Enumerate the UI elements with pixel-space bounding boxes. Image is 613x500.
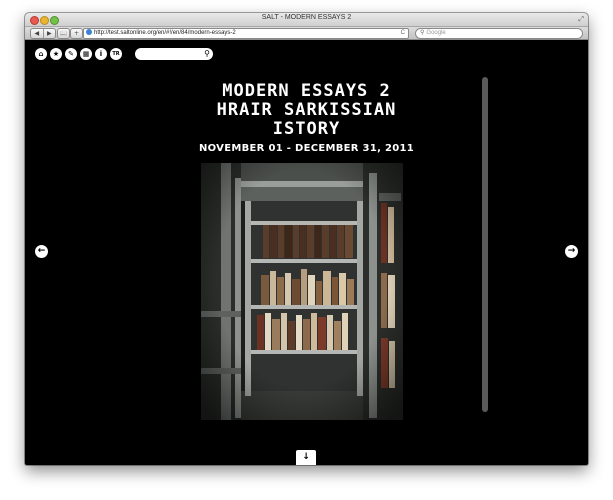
window-title: SALT - MODERN ESSAYS 2 (261, 14, 352, 21)
reload-icon[interactable]: C (401, 29, 405, 38)
title-bar: SALT - MODERN ESSAYS 2 ⤢ (25, 13, 588, 27)
browser-toolbar: ◀ ▶ 📖 + http://test.saltonline.org/en/#!… (25, 27, 588, 40)
browser-window: SALT - MODERN ESSAYS 2 ⤢ ◀ ▶ 📖 + http://… (25, 13, 588, 465)
language-tr-icon[interactable]: TR (110, 48, 122, 60)
work-title: ISTORY (272, 119, 341, 139)
site-nav-icons: ⌂ ★ ✎ ▦ i TR (35, 48, 122, 60)
scrollbar[interactable] (482, 77, 488, 412)
calendar-icon[interactable]: ▦ (80, 48, 92, 60)
previous-arrow-icon[interactable]: ← (35, 245, 48, 258)
star-icon[interactable]: ★ (50, 48, 62, 60)
scroll-down-button[interactable]: ↓ (296, 450, 316, 465)
info-icon[interactable]: i (95, 48, 107, 60)
nav-buttons: ◀ ▶ (30, 28, 56, 39)
exhibition-dates: NOVEMBER 01 - DECEMBER 31, 2011 (198, 143, 414, 154)
bookmarks-button[interactable]: 📖 (57, 28, 70, 39)
exhibition-title: MODERN ESSAYS 2 (222, 81, 391, 101)
fullscreen-icon[interactable]: ⤢ (578, 15, 584, 24)
next-arrow-icon[interactable]: → (565, 245, 578, 258)
tag-icon[interactable]: ✎ (65, 48, 77, 60)
site-search-input[interactable]: ⚲ (135, 48, 213, 60)
bookshelf-photo (201, 163, 403, 420)
url-text: http://test.saltonline.org/en/#!/en/84/m… (94, 30, 236, 36)
back-button[interactable]: ◀ (31, 29, 43, 38)
search-icon[interactable]: ⚲ (204, 48, 210, 60)
add-tab-button[interactable]: + (70, 28, 83, 39)
home-icon[interactable]: ⌂ (35, 48, 47, 60)
browser-search-field[interactable]: ⚲ Google (415, 28, 583, 39)
search-placeholder: Google (426, 30, 446, 36)
search-icon: ⚲ (420, 30, 425, 36)
site-favicon-icon (86, 29, 92, 35)
artist-name: HRAIR SARKISSIAN (216, 100, 397, 120)
address-bar[interactable]: http://test.saltonline.org/en/#!/en/84/m… (83, 28, 409, 39)
forward-button[interactable]: ▶ (42, 29, 56, 38)
